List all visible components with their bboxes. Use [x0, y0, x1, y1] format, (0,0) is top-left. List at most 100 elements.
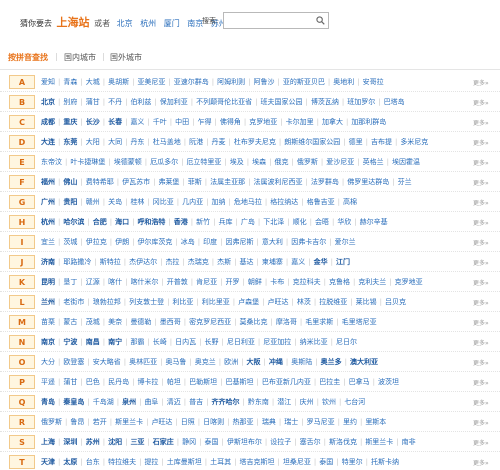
- city-link[interactable]: 杭州: [41, 218, 55, 226]
- city-link[interactable]: 莫桑比克: [240, 318, 268, 326]
- city-link[interactable]: 特拉维夫: [108, 458, 136, 466]
- more-link[interactable]: 更多»: [473, 198, 489, 207]
- alt-city-link[interactable]: 南京: [187, 19, 203, 28]
- city-link[interactable]: 沈阳: [108, 438, 122, 446]
- city-link[interactable]: 秦皇岛: [63, 398, 84, 406]
- city-link[interactable]: 墨西哥: [160, 318, 181, 326]
- city-link[interactable]: 拉脱维亚: [319, 298, 347, 306]
- city-link[interactable]: 黔东南: [248, 398, 269, 406]
- city-link[interactable]: 千叶: [153, 118, 167, 126]
- city-link[interactable]: 辽源: [86, 278, 100, 286]
- city-link[interactable]: 不丹: [108, 98, 122, 106]
- city-link[interactable]: 杰斯: [217, 258, 231, 266]
- city-link[interactable]: 三亚: [130, 438, 144, 446]
- city-link[interactable]: 毛里塔尼亚: [342, 318, 377, 326]
- city-link[interactable]: 上海: [41, 438, 55, 446]
- city-link[interactable]: 意大利: [262, 238, 283, 246]
- city-link[interactable]: 奥兰多: [321, 358, 342, 366]
- city-link[interactable]: 费特希耶: [86, 178, 114, 186]
- city-link[interactable]: 埃森: [252, 158, 266, 166]
- city-link[interactable]: 重庆: [63, 118, 77, 126]
- more-link[interactable]: 更多»: [473, 118, 489, 127]
- city-link[interactable]: 老街市: [63, 298, 84, 306]
- city-link[interactable]: 爱尔兰: [335, 238, 356, 246]
- city-link[interactable]: 俄罗斯: [41, 418, 62, 426]
- search-input[interactable]: [224, 13, 312, 28]
- city-link[interactable]: 苏州: [86, 438, 100, 446]
- city-link[interactable]: 茨城: [63, 238, 77, 246]
- city-link[interactable]: 开罗: [226, 278, 240, 286]
- city-link[interactable]: 利比亚: [172, 298, 193, 306]
- city-link[interactable]: 南宁: [108, 338, 122, 346]
- city-link[interactable]: 法属圭亚那: [210, 178, 245, 186]
- more-link[interactable]: 更多»: [473, 418, 489, 427]
- city-link[interactable]: 危地马拉: [234, 198, 262, 206]
- city-link[interactable]: 奥胡斯: [108, 78, 129, 86]
- tab-pinyin[interactable]: 按拼音查找: [8, 52, 48, 63]
- city-link[interactable]: 奥斯陆: [291, 358, 312, 366]
- city-link[interactable]: 几内亚: [182, 198, 203, 206]
- city-link[interactable]: 佛罗里达群岛: [347, 178, 389, 186]
- city-link[interactable]: 蒙古: [63, 318, 77, 326]
- city-link[interactable]: 耶路撒冷: [63, 258, 91, 266]
- city-link[interactable]: 亚美尼亚: [137, 78, 165, 86]
- more-link[interactable]: 更多»: [473, 298, 489, 307]
- city-link[interactable]: 杰拉: [165, 258, 179, 266]
- city-link[interactable]: 钦州: [322, 398, 336, 406]
- city-link[interactable]: 宁波: [63, 338, 77, 346]
- city-link[interactable]: 巴拉圭: [319, 378, 340, 386]
- alt-city-link[interactable]: 杭州: [140, 19, 156, 28]
- city-link[interactable]: 埃因霍温: [392, 158, 420, 166]
- city-link[interactable]: 克拉科夫: [293, 278, 321, 286]
- tab-domestic[interactable]: 国内城市: [64, 52, 96, 63]
- city-link[interactable]: 因弗尼斯: [226, 238, 254, 246]
- city-link[interactable]: 蒲甘: [86, 98, 100, 106]
- city-link[interactable]: 奥地利: [333, 78, 354, 86]
- city-link[interactable]: 赫尔辛基: [360, 218, 388, 226]
- city-link[interactable]: 巴布亚新几内亚: [262, 378, 311, 386]
- city-link[interactable]: 茂城: [86, 318, 100, 326]
- city-link[interactable]: 江门: [336, 258, 350, 266]
- city-link[interactable]: 热那亚: [233, 418, 254, 426]
- city-link[interactable]: 贵阳: [63, 198, 77, 206]
- city-link[interactable]: 伊瓦苏市: [122, 178, 150, 186]
- city-link[interactable]: 卢旺达: [151, 418, 172, 426]
- city-link[interactable]: 厄立特里亚: [186, 158, 221, 166]
- city-link[interactable]: 法属波利尼西亚: [254, 178, 303, 186]
- city-link[interactable]: 伯利兹: [130, 98, 151, 106]
- city-link[interactable]: 昆明: [41, 278, 55, 286]
- city-link[interactable]: 北京: [41, 98, 55, 106]
- city-link[interactable]: 吕贝克: [385, 298, 406, 306]
- city-link[interactable]: 巴塔岛: [384, 98, 405, 106]
- city-link[interactable]: 关岛: [108, 198, 122, 206]
- city-link[interactable]: 利比里亚: [202, 298, 230, 306]
- city-link[interactable]: 广州: [41, 198, 55, 206]
- city-link[interactable]: 林茨: [297, 298, 311, 306]
- city-link[interactable]: 鲁昂: [70, 418, 84, 426]
- more-link[interactable]: 更多»: [473, 358, 489, 367]
- city-link[interactable]: 嘉义: [291, 258, 305, 266]
- city-link[interactable]: 提拉: [144, 458, 158, 466]
- city-link[interactable]: 欧洲: [224, 358, 238, 366]
- city-link[interactable]: 呼和浩特: [137, 218, 165, 226]
- city-link[interactable]: 德里: [349, 138, 363, 146]
- city-link[interactable]: 日喀则: [203, 418, 224, 426]
- city-link[interactable]: 尼日利亚: [227, 338, 255, 346]
- city-link[interactable]: 班夫国家公园: [261, 98, 303, 106]
- city-link[interactable]: 伊朗: [115, 238, 129, 246]
- city-link[interactable]: 潜江: [277, 398, 291, 406]
- city-link[interactable]: 中田: [175, 118, 189, 126]
- city-link[interactable]: 杰伊达尔: [129, 258, 157, 266]
- city-link[interactable]: 阮港: [189, 138, 203, 146]
- city-link[interactable]: 大连: [41, 138, 55, 146]
- city-link[interactable]: 丹东: [130, 138, 144, 146]
- city-link[interactable]: 巴勒斯坦: [189, 378, 217, 386]
- city-link[interactable]: 卢旺达: [268, 298, 289, 306]
- city-link[interactable]: 南非: [402, 438, 416, 446]
- city-link[interactable]: 合肥: [93, 218, 107, 226]
- city-link[interactable]: 伊斯坦布尔: [227, 438, 262, 446]
- city-link[interactable]: 克鲁格: [329, 278, 350, 286]
- tab-international[interactable]: 国外城市: [110, 52, 142, 63]
- city-link[interactable]: 下北泽: [263, 218, 284, 226]
- city-link[interactable]: 托斯卡纳: [371, 458, 399, 466]
